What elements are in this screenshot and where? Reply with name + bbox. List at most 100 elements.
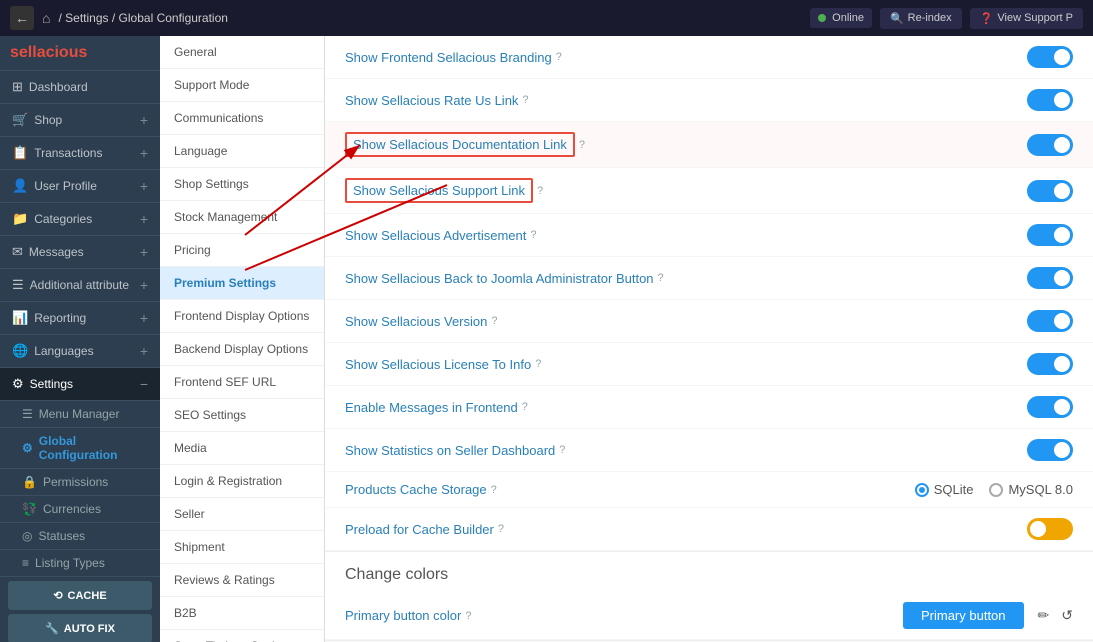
edit-color-icon[interactable]: ✏ <box>1038 607 1050 624</box>
wrench-icon: 🔧 <box>45 622 59 635</box>
header: ← ⌂ / Settings / Global Configuration On… <box>0 0 1093 36</box>
primary-button-preview[interactable]: Primary button <box>903 602 1024 629</box>
version-info-icon[interactable]: ? <box>491 315 497 327</box>
sidebar-subitem-global-configuration[interactable]: ⚙ Global Configuration <box>0 428 160 469</box>
settings-collapse-icon[interactable]: − <box>140 376 148 392</box>
mysql-radio-dot <box>989 483 1003 497</box>
rate-us-info-icon[interactable]: ? <box>522 94 528 106</box>
support-link-info-icon[interactable]: ? <box>537 185 543 197</box>
menu-login-registration[interactable]: Login & Registration <box>160 465 324 498</box>
transactions-expand-icon[interactable]: + <box>140 145 148 161</box>
sidebar-subitem-currencies[interactable]: 💱 Currencies <box>0 496 160 523</box>
breadcrumb-page: Global Configuration <box>119 11 228 25</box>
reindex-button[interactable]: 🔍 Re-index <box>880 8 962 29</box>
sidebar-item-user-profile[interactable]: 👤 User Profile + <box>0 170 160 203</box>
back-to-joomla-info-icon[interactable]: ? <box>658 272 664 284</box>
menu-pricing[interactable]: Pricing <box>160 234 324 267</box>
license-info-info-icon[interactable]: ? <box>535 358 541 370</box>
sidebar-subitem-menu-manager[interactable]: ☰ Menu Manager <box>0 401 160 428</box>
menu-communications[interactable]: Communications <box>160 102 324 135</box>
frontend-branding-info-icon[interactable]: ? <box>556 51 562 63</box>
messages-frontend-toggle[interactable] <box>1027 396 1073 418</box>
permissions-icon: 🔒 <box>22 475 37 489</box>
documentation-link-toggle[interactable] <box>1027 134 1073 156</box>
refresh-color-icon[interactable]: ↺ <box>1061 607 1073 624</box>
sidebar-item-categories[interactable]: 📁 Categories + <box>0 203 160 236</box>
breadcrumb-settings[interactable]: Settings <box>65 11 108 25</box>
menu-media[interactable]: Media <box>160 432 324 465</box>
advertisement-info-icon[interactable]: ? <box>530 229 536 241</box>
sidebar-item-transactions[interactable]: 📋 Transactions + <box>0 137 160 170</box>
products-cache-info-icon[interactable]: ? <box>491 484 497 496</box>
menu-seller[interactable]: Seller <box>160 498 324 531</box>
statistics-seller-toggle[interactable] <box>1027 439 1073 461</box>
frontend-branding-toggle[interactable] <box>1027 46 1073 68</box>
back-to-joomla-toggle[interactable] <box>1027 267 1073 289</box>
menu-backend-display[interactable]: Backend Display Options <box>160 333 324 366</box>
preload-cache-toggle[interactable] <box>1027 518 1073 540</box>
statistics-seller-info-icon[interactable]: ? <box>559 444 565 456</box>
breadcrumb: / Settings / Global Configuration <box>58 11 227 25</box>
preload-cache-slider <box>1027 518 1073 540</box>
preload-cache-info-icon[interactable]: ? <box>498 523 504 535</box>
menu-seo-settings[interactable]: SEO Settings <box>160 399 324 432</box>
reporting-expand-icon[interactable]: + <box>140 310 148 326</box>
sidebar-subitem-permissions[interactable]: 🔒 Permissions <box>0 469 160 496</box>
menu-store-timings[interactable]: Store Timings Settings <box>160 630 324 642</box>
version-toggle[interactable] <box>1027 310 1073 332</box>
sqlite-label: SQLite <box>934 482 974 497</box>
frontend-branding-label: Show Frontend Sellacious Branding <box>345 50 552 65</box>
menu-reviews-ratings[interactable]: Reviews & Ratings <box>160 564 324 597</box>
additional-attribute-expand-icon[interactable]: + <box>140 277 148 293</box>
documentation-link-label: Show Sellacious Documentation Link <box>345 132 575 157</box>
cache-button[interactable]: ⟲ CACHE <box>8 581 152 610</box>
header-right: Online 🔍 Re-index ❓ View Support P <box>810 8 1083 29</box>
menu-frontend-sef[interactable]: Frontend SEF URL <box>160 366 324 399</box>
menu-frontend-display[interactable]: Frontend Display Options <box>160 300 324 333</box>
sidebar-subitem-statuses[interactable]: ◎ Statuses <box>0 523 160 550</box>
support-button[interactable]: ❓ View Support P <box>970 8 1083 29</box>
support-link-toggle[interactable] <box>1027 180 1073 202</box>
sidebar-item-settings[interactable]: ⚙ Settings − <box>0 368 160 401</box>
mysql-radio[interactable]: MySQL 8.0 <box>989 482 1073 497</box>
sidebar-item-reporting[interactable]: 📊 Reporting + <box>0 302 160 335</box>
messages-expand-icon[interactable]: + <box>140 244 148 260</box>
sidebar-subitem-listing-types[interactable]: ≡ Listing Types <box>0 550 160 577</box>
menu-premium-settings[interactable]: Premium Settings <box>160 267 324 300</box>
home-icon[interactable]: ⌂ <box>42 10 50 26</box>
rate-us-toggle[interactable] <box>1027 89 1073 111</box>
rate-us-label: Show Sellacious Rate Us Link <box>345 93 518 108</box>
sidebar-item-additional-attribute[interactable]: ☰ Additional attribute + <box>0 269 160 302</box>
user-profile-icon: 👤 <box>12 178 28 194</box>
back-button[interactable]: ← <box>10 6 34 30</box>
sidebar-item-dashboard[interactable]: ⊞ Dashboard <box>0 71 160 104</box>
products-cache-label: Products Cache Storage <box>345 482 487 497</box>
user-profile-expand-icon[interactable]: + <box>140 178 148 194</box>
sqlite-radio[interactable]: SQLite <box>915 482 974 497</box>
online-badge: Online <box>810 8 872 28</box>
documentation-link-info-icon[interactable]: ? <box>579 139 585 151</box>
menu-shipment[interactable]: Shipment <box>160 531 324 564</box>
menu-support-mode[interactable]: Support Mode <box>160 69 324 102</box>
menu-shop-settings[interactable]: Shop Settings <box>160 168 324 201</box>
messages-frontend-info-icon[interactable]: ? <box>522 401 528 413</box>
search-icon: 🔍 <box>890 12 904 25</box>
frontend-branding-slider <box>1027 46 1073 68</box>
menu-language[interactable]: Language <box>160 135 324 168</box>
row-messages-frontend: Enable Messages in Frontend ? <box>325 386 1093 429</box>
license-info-toggle[interactable] <box>1027 353 1073 375</box>
version-slider <box>1027 310 1073 332</box>
autofix-button[interactable]: 🔧 AUTO FIX <box>8 614 152 642</box>
sidebar-item-messages[interactable]: ✉ Messages + <box>0 236 160 269</box>
primary-button-color-info-icon[interactable]: ? <box>465 610 471 622</box>
categories-expand-icon[interactable]: + <box>140 211 148 227</box>
advertisement-toggle[interactable] <box>1027 224 1073 246</box>
menu-b2b[interactable]: B2B <box>160 597 324 630</box>
shop-expand-icon[interactable]: + <box>140 112 148 128</box>
menu-stock-management[interactable]: Stock Management <box>160 201 324 234</box>
license-info-slider <box>1027 353 1073 375</box>
sidebar-item-shop[interactable]: 🛒 Shop + <box>0 104 160 137</box>
menu-general[interactable]: General <box>160 36 324 69</box>
sidebar-item-languages[interactable]: 🌐 Languages + <box>0 335 160 368</box>
languages-expand-icon[interactable]: + <box>140 343 148 359</box>
